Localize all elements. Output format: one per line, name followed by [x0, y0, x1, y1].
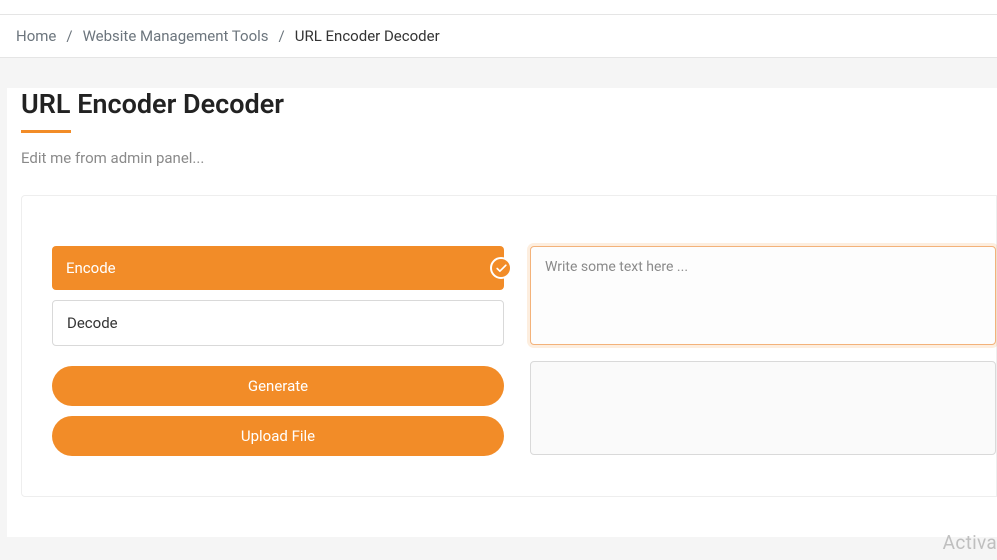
option-decode-label: Decode: [67, 314, 118, 332]
tool-panel: Encode Decode Generate Upload File: [21, 195, 997, 497]
breadcrumb-separator: /: [279, 27, 285, 45]
io-column: [530, 246, 996, 456]
check-icon: [490, 257, 512, 279]
top-bar: [0, 0, 997, 15]
option-decode[interactable]: Decode: [52, 300, 504, 346]
option-encode-label: Encode: [66, 259, 116, 277]
breadcrumb-separator: /: [66, 27, 72, 45]
upload-file-button[interactable]: Upload File: [52, 416, 504, 456]
main-card: URL Encoder Decoder Edit me from admin p…: [7, 88, 997, 537]
breadcrumb-home[interactable]: Home: [16, 27, 56, 45]
generate-button[interactable]: Generate: [52, 366, 504, 406]
input-textarea[interactable]: [530, 246, 996, 345]
page-title: URL Encoder Decoder: [21, 88, 997, 120]
option-encode[interactable]: Encode: [52, 246, 504, 290]
breadcrumb: Home / Website Management Tools / URL En…: [0, 15, 997, 58]
title-underline: [21, 130, 71, 133]
page-content: URL Encoder Decoder Edit me from admin p…: [0, 58, 997, 537]
breadcrumb-tools[interactable]: Website Management Tools: [83, 27, 269, 45]
watermark-text: Activa: [943, 531, 997, 554]
output-box: [530, 361, 996, 455]
options-column: Encode Decode Generate Upload File: [52, 246, 504, 456]
breadcrumb-current: URL Encoder Decoder: [295, 27, 440, 45]
page-subtitle: Edit me from admin panel...: [21, 149, 997, 167]
